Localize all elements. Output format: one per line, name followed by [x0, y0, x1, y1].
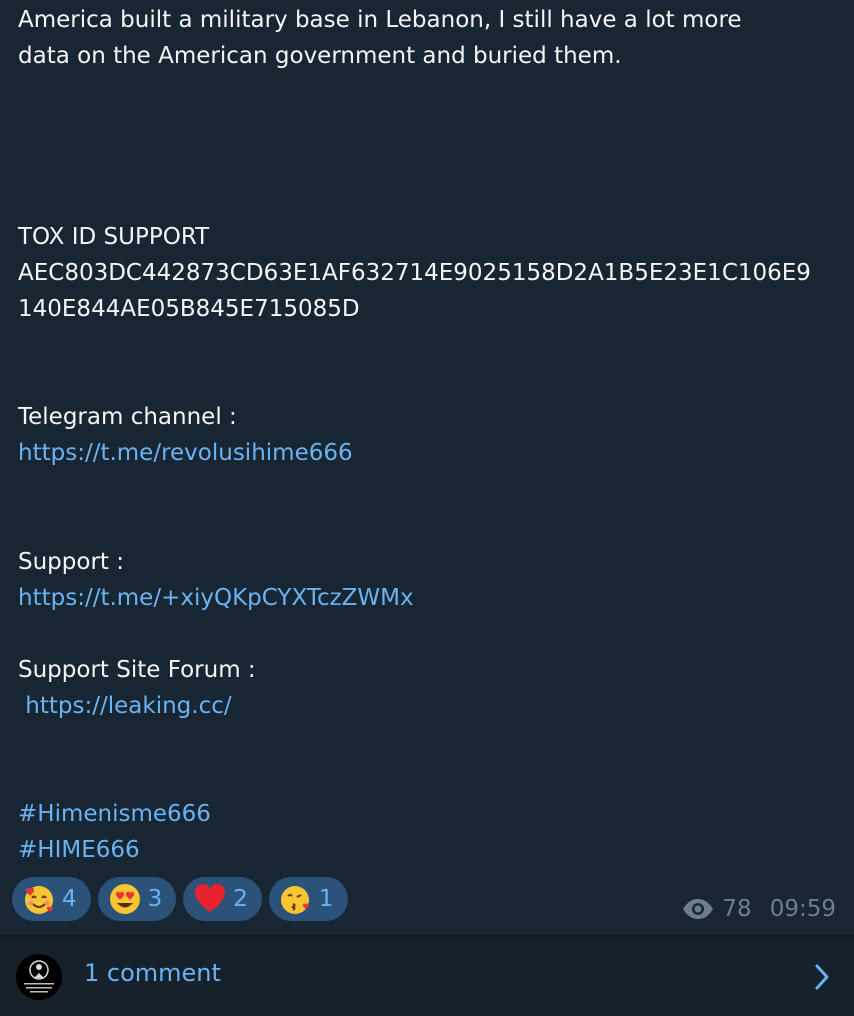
- reactions-bar: 4 3 2 1: [12, 877, 348, 921]
- reaction-count: 4: [62, 886, 77, 912]
- post-meta: 78 09:59: [682, 896, 836, 922]
- forum-link[interactable]: https://leaking.cc/: [18, 688, 231, 724]
- hashtag-link[interactable]: #HIME666: [18, 832, 140, 868]
- tox-id: AEC803DC442873CD63E1AF632714E9025158D2A1…: [18, 260, 811, 286]
- support-link[interactable]: https://t.me/+xiyQKpCYXTczZWMx: [18, 580, 414, 616]
- heart-eyes-icon: [109, 884, 140, 914]
- reaction-count: 1: [318, 886, 334, 912]
- forum-label: Support Site Forum :: [18, 657, 256, 683]
- chevron-right-icon: [815, 964, 829, 990]
- avatar: [16, 954, 62, 1000]
- hashtag-link[interactable]: #Himenisme666: [18, 796, 211, 832]
- reaction-smiling-face-with-hearts[interactable]: 4: [12, 877, 91, 921]
- comments-label: 1 comment: [84, 959, 221, 987]
- red-heart-icon: [195, 884, 226, 912]
- channel-post: America built a military base in Lebanon…: [0, 0, 854, 935]
- reaction-count: 2: [233, 886, 248, 912]
- tox-heading: TOX ID SUPPORT: [18, 224, 210, 250]
- reaction-face-blowing-kiss[interactable]: 1: [268, 877, 348, 921]
- eye-icon: [683, 899, 714, 919]
- anonymous-logo-icon: [16, 954, 62, 1000]
- reaction-red-heart[interactable]: 2: [183, 877, 262, 921]
- comments-button[interactable]: 1 comment: [0, 937, 854, 1016]
- reaction-heart-eyes[interactable]: 3: [97, 877, 177, 921]
- face-blowing-kiss-icon: [280, 886, 309, 914]
- support-label: Support :: [18, 549, 124, 575]
- reaction-count: 3: [147, 886, 163, 912]
- smiling-face-with-hearts-icon: [25, 886, 53, 914]
- post-text-line: America built a military base in Lebanon…: [18, 7, 742, 33]
- post-time: 09:59: [769, 896, 836, 922]
- post-text-line: data on the American government and buri…: [18, 43, 622, 69]
- tox-id: 140E844AE05B845E715085D: [18, 296, 360, 322]
- telegram-link[interactable]: https://t.me/revolusihime666: [18, 435, 353, 471]
- telegram-label: Telegram channel :: [18, 404, 237, 430]
- view-count: 78: [722, 896, 752, 922]
